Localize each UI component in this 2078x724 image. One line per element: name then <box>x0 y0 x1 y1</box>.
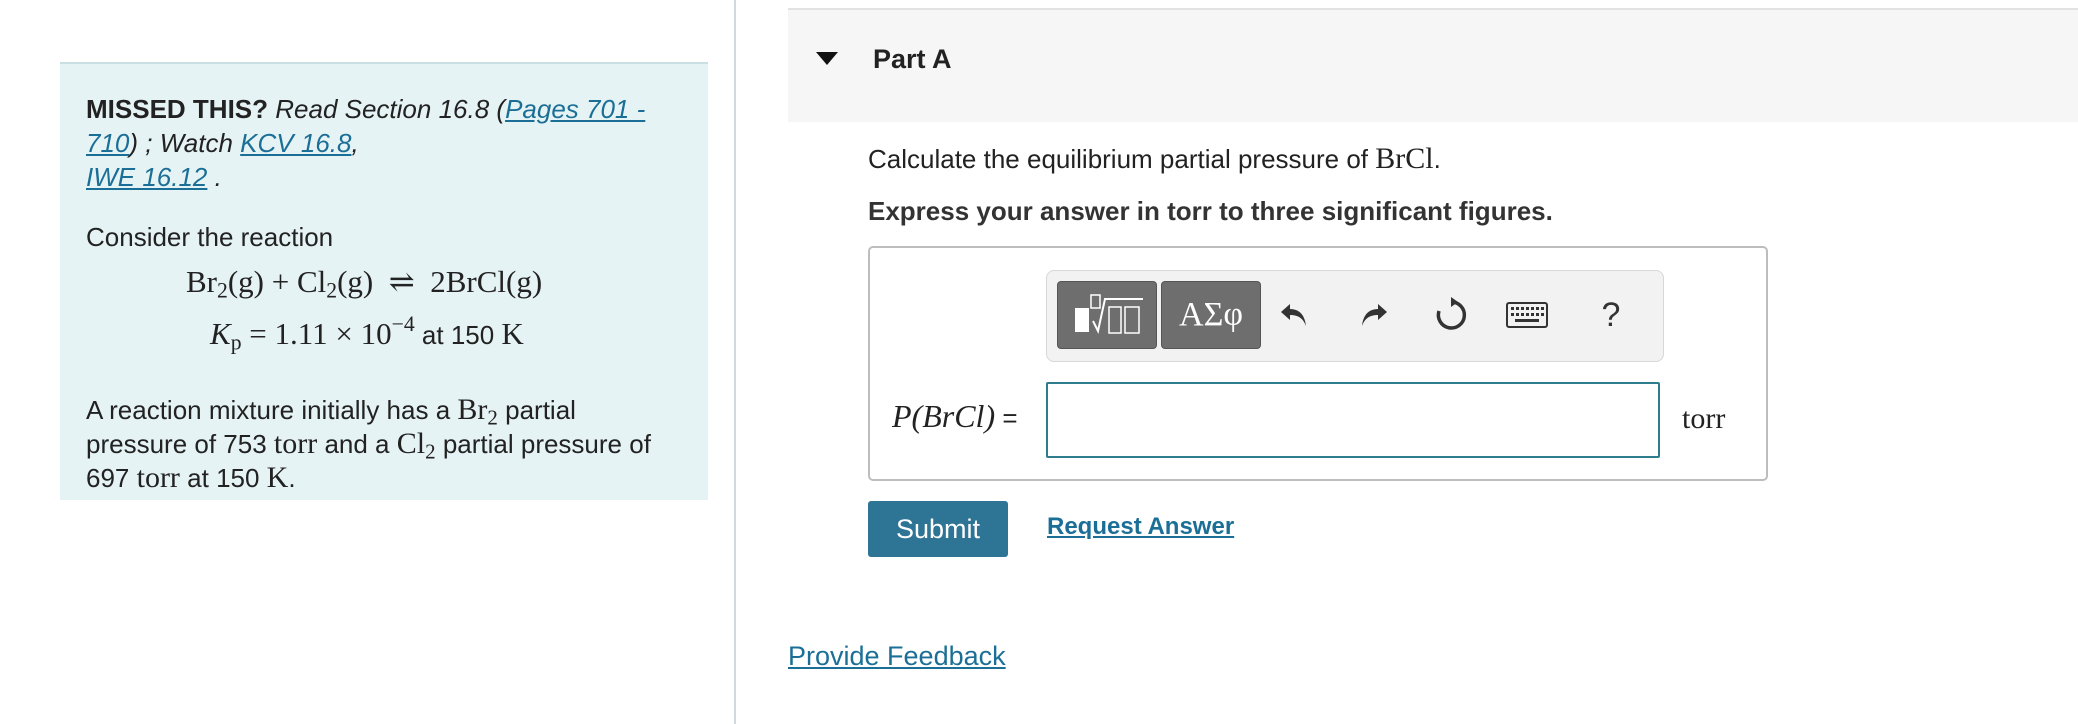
problem-info-panel: MISSED THIS? Read Section 16.8 (Pages 70… <box>60 62 708 500</box>
provide-feedback-link[interactable]: Provide Feedback <box>788 641 1006 672</box>
kp-exponent: −4 <box>391 311 415 336</box>
mixture-t6: . <box>288 463 296 493</box>
math-toolbar: ΑΣφ ? <box>1046 270 1664 362</box>
mixture-t1: A reaction mixture initially has a <box>86 395 458 425</box>
kp-equation: Kp = 1.11 × 10−4 at 150 K <box>210 311 682 355</box>
answer-equals: = <box>995 403 1018 433</box>
comma-text: , <box>351 128 359 158</box>
missed-this-label: MISSED THIS? <box>86 94 269 124</box>
undo-icon[interactable] <box>1269 289 1321 341</box>
redo-icon[interactable] <box>1347 289 1399 341</box>
kp-unit: K <box>501 316 524 351</box>
instruction-text: Express your answer in torr to three sig… <box>868 196 1553 226</box>
answer-input[interactable] <box>1046 382 1660 458</box>
templates-button[interactable] <box>1057 281 1157 349</box>
answer-variable: P(BrCl) <box>892 398 996 434</box>
reaction-product: 2BrCl(g) <box>430 264 543 299</box>
mixture-cl-symbol: Cl <box>396 427 426 460</box>
answer-box: ΑΣφ ? P(BrCl) = torr <box>868 246 1768 481</box>
submit-button[interactable]: Submit <box>868 501 1008 557</box>
greek-symbols-button[interactable]: ΑΣφ <box>1161 281 1261 349</box>
kp-symbol: K <box>210 316 231 351</box>
reactant-br: Br <box>186 264 217 299</box>
reaction-g2: (g) <box>337 264 374 299</box>
mixture-br-symbol: Br <box>457 393 488 426</box>
mixture-k: K <box>266 461 289 494</box>
kcv-link[interactable]: KCV 16.8 <box>240 128 351 158</box>
question-text: Calculate the equilibrium partial pressu… <box>868 142 1441 176</box>
mixture-t5: at 150 <box>179 463 267 493</box>
mixture-cl-sub: 2 <box>425 439 436 464</box>
mixture-br-sub: 2 <box>487 405 498 430</box>
read-section-text: Read Section 16.8 ( <box>275 94 506 124</box>
request-answer-link[interactable]: Request Answer <box>1047 513 1234 541</box>
reaction-mid: (g) + Cl <box>227 264 327 299</box>
question-species: BrCl <box>1375 142 1434 175</box>
mixture-text: A reaction mixture initially has a Br2 p… <box>86 393 682 495</box>
keyboard-icon[interactable] <box>1501 289 1553 341</box>
mixture-br: Br2 <box>457 393 498 430</box>
mixture-torr1: torr <box>273 427 318 460</box>
period-text: . <box>207 162 222 192</box>
kp-subscript: p <box>230 330 242 355</box>
question-pre: Calculate the equilibrium partial pressu… <box>868 144 1376 174</box>
templates-icon <box>1075 294 1143 334</box>
reset-icon[interactable] <box>1425 289 1477 341</box>
equilibrium-arrow: ⇌ <box>388 264 415 299</box>
kp-at-text: at 150 <box>414 320 502 350</box>
help-icon[interactable]: ? <box>1585 289 1637 341</box>
cl-subscript: 2 <box>326 278 338 303</box>
answer-label: P(BrCl) = <box>892 398 1018 435</box>
mixture-torr2: torr <box>136 461 180 494</box>
column-divider <box>734 0 736 724</box>
iwe-link[interactable]: IWE 16.12 <box>86 162 207 192</box>
consider-text: Consider the reaction <box>86 222 334 252</box>
question-post: . <box>1433 144 1441 174</box>
kp-value: = 1.11 × 10 <box>241 316 392 351</box>
part-header[interactable]: Part A <box>788 8 2078 122</box>
part-title: Part A <box>873 44 952 74</box>
answer-unit: torr <box>1682 402 1726 435</box>
missed-this-note: MISSED THIS? Read Section 16.8 (Pages 70… <box>86 92 682 194</box>
mixture-cl: Cl2 <box>396 427 436 464</box>
watch-text: ) ; Watch <box>129 128 241 158</box>
reaction-equation: Br2(g) + Cl2(g) ⇌ 2BrCl(g) <box>186 262 682 302</box>
mixture-t3: and a <box>317 429 397 459</box>
collapse-caret-icon[interactable] <box>816 52 838 65</box>
br-subscript: 2 <box>217 278 228 303</box>
